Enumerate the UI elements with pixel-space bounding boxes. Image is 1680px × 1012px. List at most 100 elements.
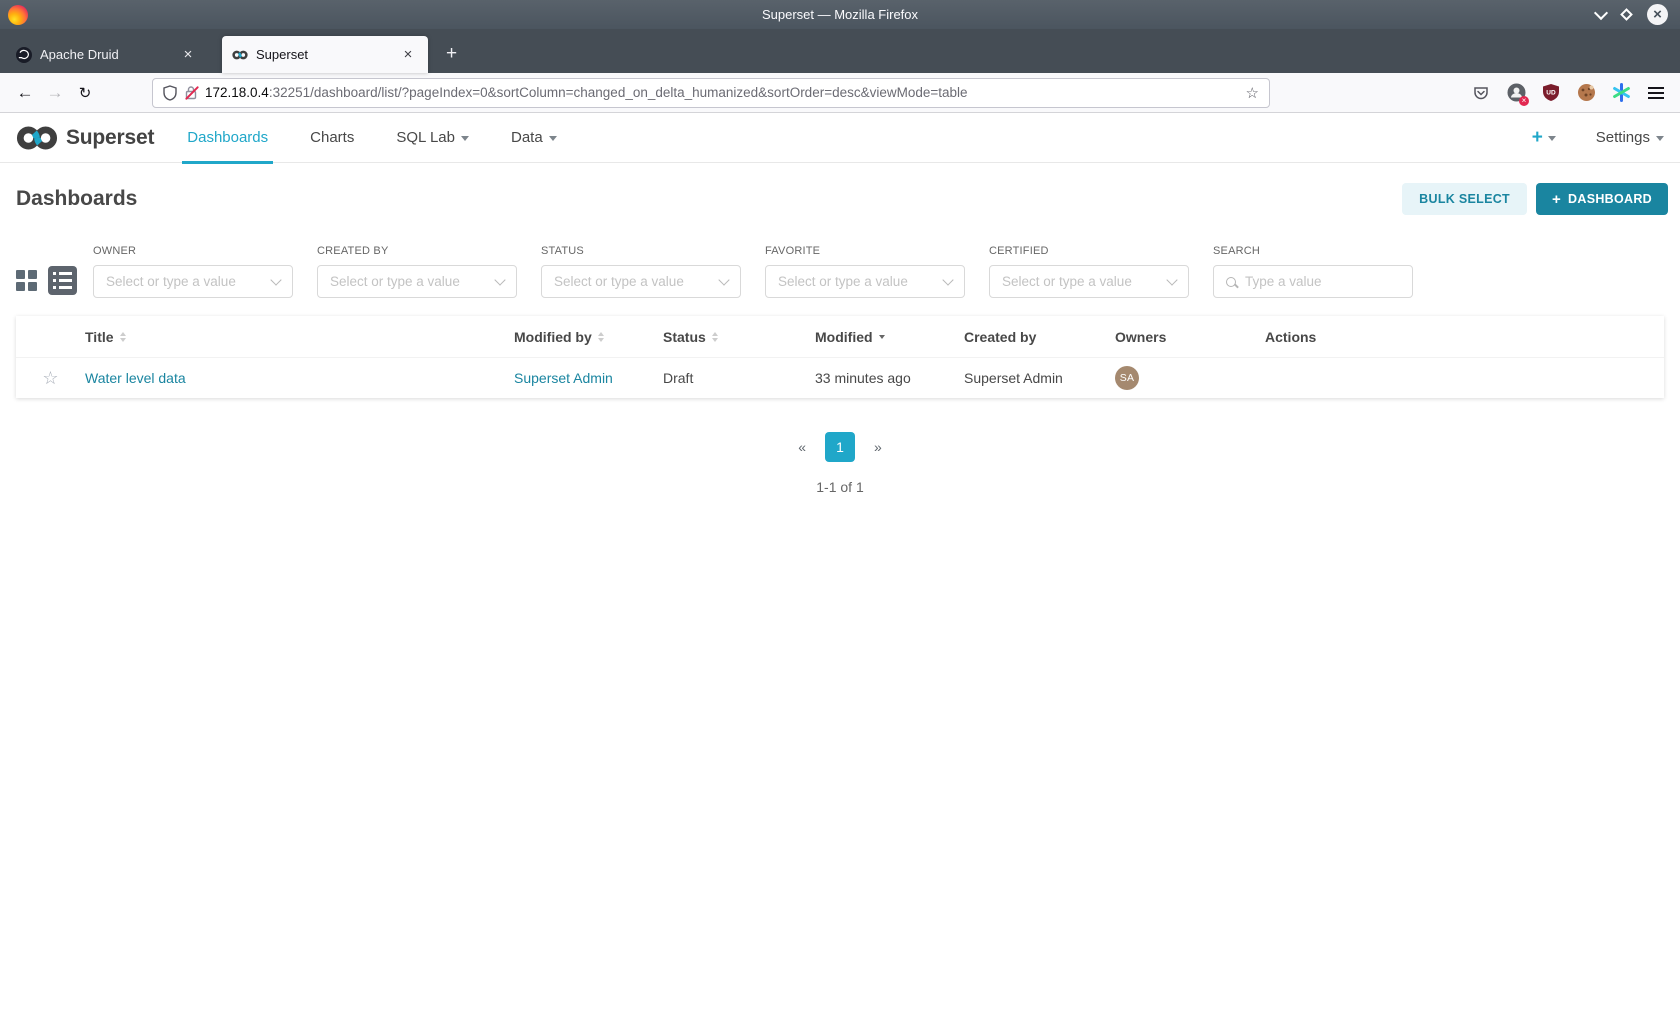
status-value: Draft — [663, 370, 815, 386]
tab-apache-druid[interactable]: Apache Druid — [6, 36, 208, 73]
owner-select[interactable]: Select or type a value — [93, 265, 293, 298]
chevron-down-icon — [1166, 274, 1177, 285]
filter-label: SEARCH — [1213, 245, 1413, 257]
pagination: « 1 » — [0, 432, 1680, 462]
nav-dashboards[interactable]: Dashboards — [184, 113, 271, 163]
new-tab-icon[interactable] — [446, 43, 457, 65]
asterisk-extension-icon[interactable] — [1611, 83, 1631, 103]
tab-close-icon[interactable] — [398, 45, 418, 65]
tab-superset[interactable]: Superset — [222, 36, 428, 73]
superset-logo[interactable]: Superset — [16, 125, 154, 151]
search-icon — [1226, 277, 1236, 287]
nav-charts[interactable]: Charts — [307, 113, 357, 163]
select-placeholder: Select or type a value — [554, 274, 684, 289]
filter-certified: CERTIFIED Select or type a value — [989, 245, 1189, 298]
druid-favicon — [16, 47, 32, 63]
cookie-icon[interactable] — [1576, 83, 1596, 103]
new-dashboard-label: DASHBOARD — [1568, 192, 1652, 206]
settings-menu[interactable]: Settings — [1596, 129, 1664, 146]
url-text[interactable]: 172.18.0.4:32251/dashboard/list/?pageInd… — [205, 85, 1239, 100]
prev-page-button[interactable]: « — [794, 435, 810, 459]
certified-select[interactable]: Select or type a value — [989, 265, 1189, 298]
firefox-icon — [8, 5, 28, 25]
owner-avatar[interactable]: SA — [1115, 366, 1139, 390]
filter-search: SEARCH Type a value — [1213, 245, 1413, 298]
filter-label: CREATED BY — [317, 245, 517, 257]
chevron-down-icon — [1656, 136, 1664, 145]
nav-data[interactable]: Data — [508, 113, 560, 163]
filter-owner: OWNER Select or type a value — [93, 245, 293, 298]
dashboard-title-link[interactable]: Water level data — [85, 370, 186, 386]
new-item-menu[interactable]: + — [1532, 127, 1556, 149]
column-modified[interactable]: Modified — [815, 329, 964, 345]
column-modified-by[interactable]: Modified by — [514, 329, 663, 345]
created-by-select[interactable]: Select or type a value — [317, 265, 517, 298]
filter-label: FAVORITE — [765, 245, 965, 257]
superset-infinity-icon — [16, 125, 58, 151]
chevron-down-icon — [1548, 136, 1556, 145]
chevron-down-icon — [718, 274, 729, 285]
filters-row: OWNER Select or type a value CREATED BY … — [0, 245, 1680, 298]
table-row: Water level data Superset Admin Draft 33… — [16, 358, 1664, 398]
pocket-icon[interactable] — [1471, 83, 1491, 103]
bulk-select-button[interactable]: BULK SELECT — [1402, 183, 1527, 215]
pagination-summary: 1-1 of 1 — [0, 479, 1680, 495]
ublock-shield-icon[interactable]: UD — [1541, 83, 1561, 103]
chevron-down-icon — [942, 274, 953, 285]
back-icon[interactable] — [10, 79, 40, 107]
multi-account-icon[interactable] — [1506, 83, 1526, 103]
select-placeholder: Select or type a value — [106, 274, 236, 289]
filter-label: OWNER — [93, 245, 293, 257]
minimize-icon[interactable] — [1594, 5, 1608, 19]
filter-created-by: CREATED BY Select or type a value — [317, 245, 517, 298]
status-select[interactable]: Select or type a value — [541, 265, 741, 298]
insecure-lock-icon[interactable] — [184, 85, 198, 100]
new-dashboard-button[interactable]: + DASHBOARD — [1536, 183, 1668, 215]
nav-label: Charts — [310, 129, 354, 146]
nav-label: SQL Lab — [396, 129, 455, 146]
close-window-icon[interactable] — [1647, 4, 1668, 25]
column-created-by[interactable]: Created by — [964, 329, 1115, 345]
next-page-button[interactable]: » — [870, 435, 886, 459]
page-header: Dashboards BULK SELECT + DASHBOARD — [0, 163, 1680, 231]
select-placeholder: Select or type a value — [1002, 274, 1132, 289]
reload-icon[interactable] — [70, 79, 100, 107]
sort-icon — [120, 332, 126, 342]
chevron-down-icon — [270, 274, 281, 285]
window-titlebar: Superset — Mozilla Firefox — [0, 0, 1680, 29]
column-title[interactable]: Title — [85, 329, 514, 345]
favorite-star-icon[interactable] — [42, 368, 58, 389]
tracking-shield-icon[interactable] — [163, 85, 177, 101]
superset-navbar: Superset Dashboards Charts SQL Lab Data … — [0, 113, 1680, 163]
list-view-icon[interactable] — [48, 266, 77, 295]
nav-sql-lab[interactable]: SQL Lab — [393, 113, 472, 163]
page-1-button[interactable]: 1 — [825, 432, 855, 462]
maximize-icon[interactable] — [1620, 8, 1633, 21]
chevron-down-icon — [494, 274, 505, 285]
filter-status: STATUS Select or type a value — [541, 245, 741, 298]
menu-hamburger-icon[interactable] — [1646, 83, 1666, 103]
sort-icon — [712, 332, 718, 342]
column-status[interactable]: Status — [663, 329, 815, 345]
url-host: 172.18.0.4 — [205, 85, 269, 100]
url-bar[interactable]: 172.18.0.4:32251/dashboard/list/?pageInd… — [152, 78, 1270, 108]
column-owners[interactable]: Owners — [1115, 329, 1265, 345]
chevron-down-icon — [549, 136, 557, 145]
card-view-icon[interactable] — [16, 270, 37, 291]
plus-icon: + — [1552, 191, 1561, 208]
forward-icon[interactable] — [40, 79, 70, 107]
filter-label: STATUS — [541, 245, 741, 257]
modified-by-link[interactable]: Superset Admin — [514, 370, 613, 386]
filter-favorite: FAVORITE Select or type a value — [765, 245, 965, 298]
table-header-row: Title Modified by Status Modified Create… — [16, 316, 1664, 358]
sort-icon-active — [879, 335, 885, 339]
tab-title: Superset — [256, 47, 390, 62]
search-input[interactable]: Type a value — [1213, 265, 1413, 298]
tab-title: Apache Druid — [40, 47, 170, 62]
bookmark-star-icon[interactable] — [1246, 84, 1259, 102]
favorite-select[interactable]: Select or type a value — [765, 265, 965, 298]
browser-toolbar: 172.18.0.4:32251/dashboard/list/?pageInd… — [0, 73, 1680, 113]
page-title: Dashboards — [16, 187, 137, 211]
superset-favicon — [232, 47, 248, 63]
tab-close-icon[interactable] — [178, 45, 198, 65]
